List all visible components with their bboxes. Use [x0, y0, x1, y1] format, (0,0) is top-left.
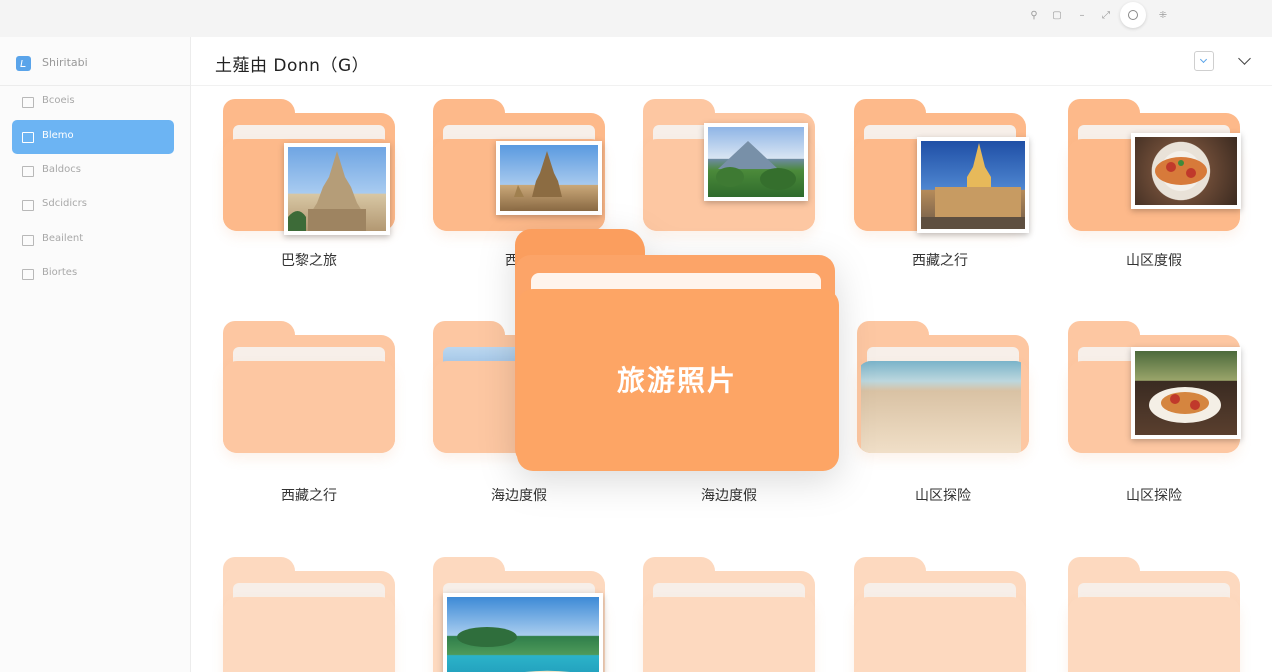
sidebar-header: Shiritabi	[0, 49, 190, 86]
grid-icon[interactable]: ⁜	[1152, 7, 1174, 25]
sidebar-item-label: Baldocs	[42, 164, 81, 175]
folder-item[interactable]	[857, 321, 1029, 453]
dragged-folder-label: 旅游照片	[616, 364, 737, 397]
folder-item[interactable]	[433, 557, 605, 672]
folder-icon	[22, 132, 34, 143]
view-toggle-button[interactable]	[1194, 51, 1214, 71]
folder-icon	[22, 235, 34, 246]
photo-thumbnail	[1131, 133, 1241, 209]
photo-thumbnail	[443, 593, 603, 672]
page-title: 土薤由 Donn（G）	[215, 56, 370, 76]
folder-icon	[22, 269, 34, 280]
sidebar: Shiritabi Bcoeis Blemo Baldocs Sdcidicrs…	[0, 37, 191, 672]
minus-icon[interactable]: –	[1071, 7, 1093, 25]
folder-label: 海边度假	[491, 488, 547, 504]
folder-label: 山区探险	[1126, 488, 1182, 504]
folder-item[interactable]	[854, 99, 1029, 233]
sidebar-item-label: Beailent	[42, 233, 84, 244]
sidebar-item-bcoeis[interactable]: Bcoeis	[12, 85, 174, 119]
folder-item[interactable]	[1068, 557, 1240, 672]
sidebar-title: Shiritabi	[42, 56, 88, 69]
title-bar: ⚲ ▢ – ⤢ ⁜	[0, 0, 1272, 37]
sidebar-item-biortes[interactable]: Biortes	[12, 257, 174, 291]
sidebar-item-label: Blemo	[42, 130, 74, 141]
sidebar-item-label: Bcoeis	[42, 95, 75, 106]
folder-label: 海边度假	[701, 488, 757, 504]
sidebar-item-sdcidicrs[interactable]: Sdcidicrs	[12, 188, 174, 222]
expand-icon[interactable]: ⤢	[1095, 7, 1117, 25]
sidebar-item-baldocs[interactable]: Baldocs	[12, 154, 174, 188]
sidebar-item-blemo[interactable]: Blemo	[12, 120, 174, 154]
folder-label: 山区探险	[915, 488, 971, 504]
folder-label: 山区度假	[1126, 253, 1182, 269]
folder-item[interactable]	[223, 321, 395, 453]
folder-icon	[22, 97, 34, 108]
main-content: 土薤由 Donn（G） 巴黎之旅 西藏之行 山区度假 西藏之行 海边度假 海边度…	[191, 37, 1272, 672]
folder-icon	[22, 200, 34, 211]
dragged-folder[interactable]: 旅游照片	[515, 229, 839, 471]
folder-item[interactable]	[223, 99, 395, 235]
folder-icon	[22, 166, 34, 177]
photo-thumbnail	[496, 141, 602, 215]
window-icon[interactable]: ▢	[1046, 7, 1068, 25]
divider	[191, 85, 1272, 86]
sidebar-item-label: Sdcidicrs	[42, 198, 87, 209]
photo-thumbnail	[704, 123, 808, 201]
chevron-down-icon[interactable]	[1238, 52, 1251, 65]
folder-label: 巴黎之旅	[281, 253, 337, 269]
folder-item[interactable]	[643, 99, 815, 231]
folder-item[interactable]	[854, 557, 1026, 672]
folder-item[interactable]	[433, 99, 605, 231]
sidebar-item-beailent[interactable]: Beailent	[12, 223, 174, 257]
sidebar-item-label: Biortes	[42, 267, 78, 278]
folder-label: 西藏之行	[912, 253, 968, 269]
photo-thumbnail	[1131, 347, 1241, 439]
photo-thumbnail	[284, 143, 390, 235]
folder-item[interactable]	[1068, 99, 1241, 231]
folder-item[interactable]	[1068, 321, 1241, 453]
folder-item[interactable]	[223, 557, 395, 672]
app-logo-icon	[16, 56, 31, 71]
folder-label: 西藏之行	[281, 488, 337, 504]
folder-item[interactable]	[643, 557, 815, 672]
circle-button-icon[interactable]	[1120, 2, 1146, 28]
person-icon[interactable]: ⚲	[1023, 7, 1045, 25]
photo-thumbnail	[917, 137, 1029, 233]
